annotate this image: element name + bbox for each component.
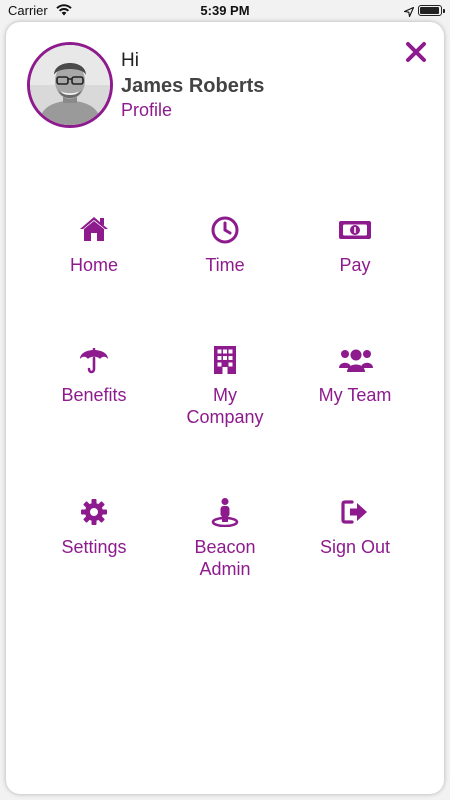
person-location-icon <box>208 497 242 527</box>
menu-item-pay[interactable]: Pay <box>290 215 420 276</box>
menu-item-label: Beacon Admin <box>194 537 256 579</box>
users-icon <box>338 345 373 375</box>
sign-out-icon <box>338 497 372 527</box>
money-bill-icon <box>338 215 372 245</box>
building-icon <box>208 345 242 375</box>
menu-item-sign-out[interactable]: Sign Out <box>290 497 420 558</box>
menu-item-beacon-admin[interactable]: Beacon Admin <box>160 497 290 580</box>
home-icon <box>77 215 111 245</box>
menu-item-my-company[interactable]: My Company <box>160 345 290 428</box>
menu-item-label: My Team <box>318 385 392 405</box>
status-bar: Carrier 5:39 PM <box>0 0 450 22</box>
menu-item-settings[interactable]: Settings <box>29 497 159 558</box>
menu-item-label: Pay <box>339 255 371 275</box>
user-name: James Roberts <box>121 75 265 97</box>
menu-item-label: Time <box>205 255 245 275</box>
menu-item-home[interactable]: Home <box>29 215 159 276</box>
menu-item-label: Sign Out <box>319 537 391 557</box>
clock-icon <box>208 215 242 245</box>
menu-item-time[interactable]: Time <box>160 215 290 276</box>
close-button[interactable] <box>404 40 428 64</box>
clock-time: 5:39 PM <box>200 3 250 18</box>
umbrella-icon <box>77 345 111 375</box>
menu-item-label: Settings <box>61 537 127 557</box>
menu-item-benefits[interactable]: Benefits <box>29 345 159 406</box>
menu-item-label: Home <box>69 255 118 275</box>
profile-link[interactable]: Profile <box>121 100 172 121</box>
menu-item-label: My Company <box>186 385 264 427</box>
menu-item-label: Benefits <box>61 385 127 405</box>
greeting-text: Hi <box>121 50 139 71</box>
location-arrow-icon <box>403 5 415 20</box>
close-icon <box>404 42 428 68</box>
gear-icon <box>77 497 111 527</box>
avatar[interactable] <box>27 42 113 128</box>
battery-icon <box>418 5 445 16</box>
navigation-drawer: Hi James Roberts Profile Home Time Pay B… <box>6 22 444 794</box>
menu-item-my-team[interactable]: My Team <box>290 345 420 406</box>
